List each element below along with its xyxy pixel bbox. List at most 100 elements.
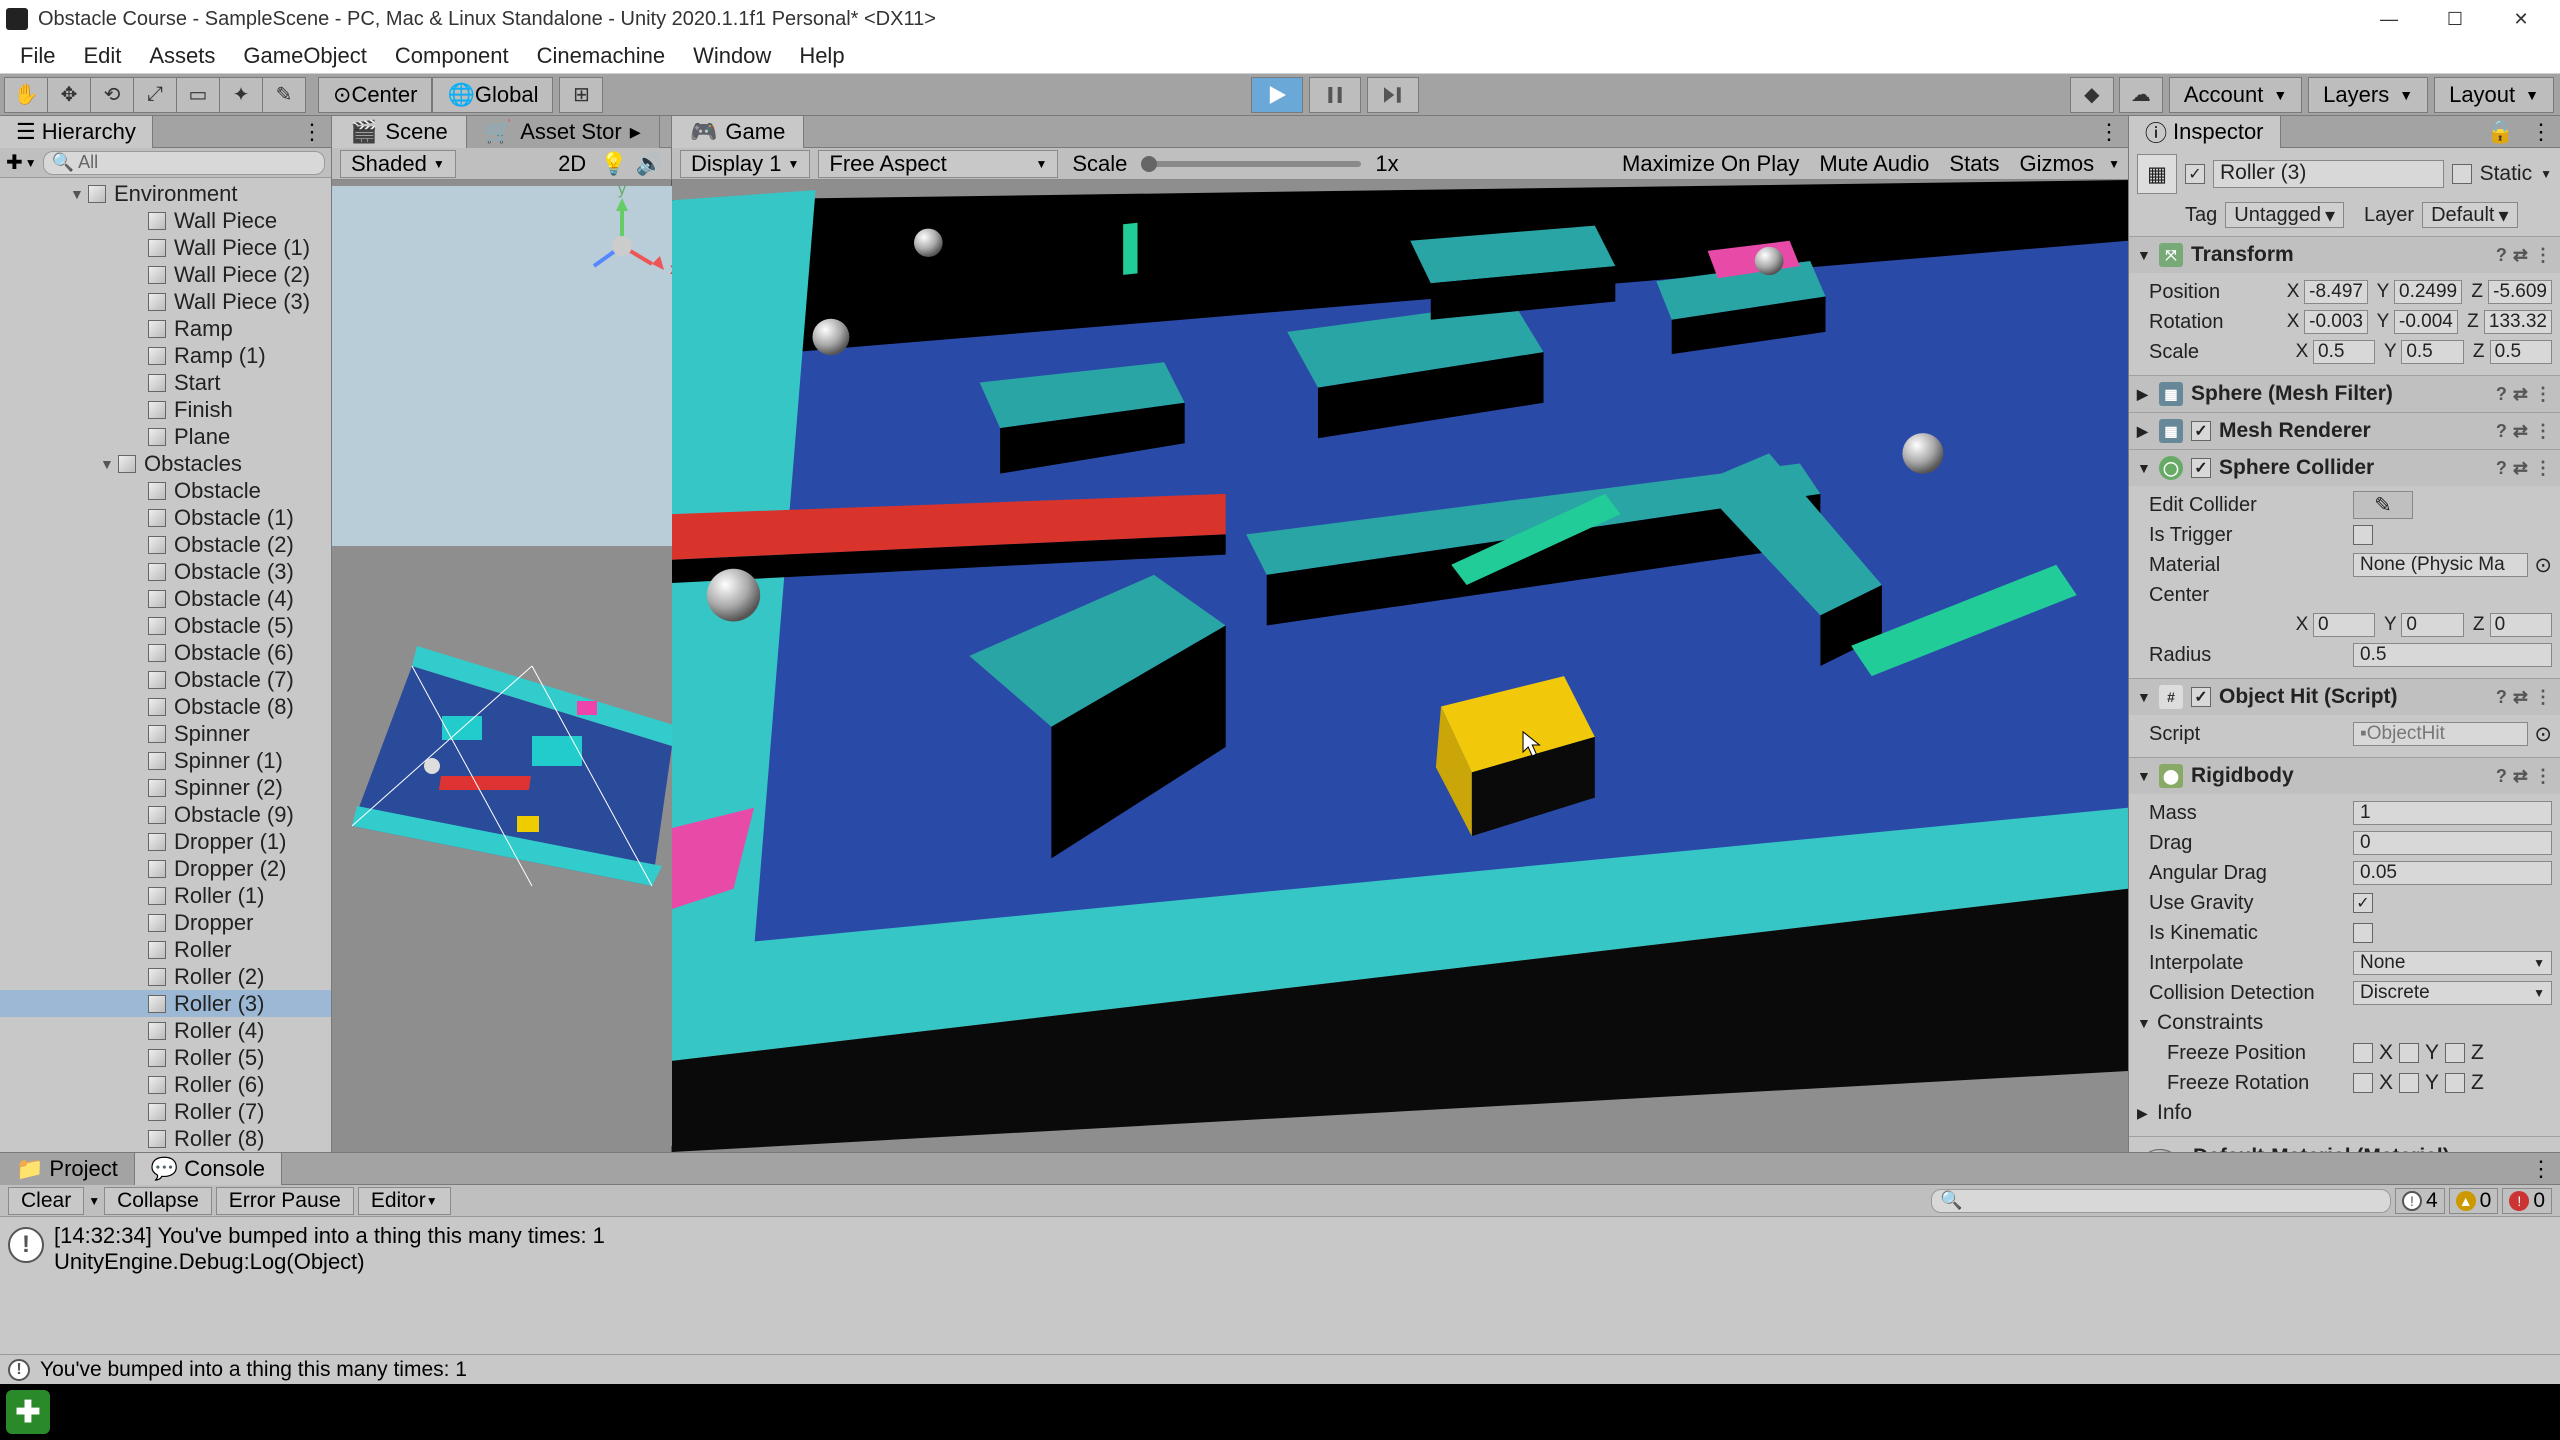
center-y[interactable]: 0	[2401, 613, 2463, 637]
is-trigger-checkbox[interactable]	[2353, 525, 2373, 545]
space-toggle[interactable]: 🌐 Global	[432, 77, 553, 113]
hierarchy-item[interactable]: Spinner (2)	[0, 774, 331, 801]
gizmos-toggle[interactable]: Gizmos	[2014, 151, 2101, 177]
hierarchy-item[interactable]: Obstacle (7)	[0, 666, 331, 693]
angular-drag-input[interactable]: 0.05	[2353, 861, 2552, 885]
hierarchy-item[interactable]: Roller (2)	[0, 963, 331, 990]
menu-cinemachine[interactable]: Cinemachine	[523, 39, 679, 73]
object-picker-icon[interactable]: ⊙	[2534, 722, 2552, 747]
help-icon[interactable]: ?	[2496, 245, 2507, 266]
hierarchy-item[interactable]: Dropper	[0, 909, 331, 936]
game-panel-menu[interactable]: ⋮	[2090, 119, 2128, 145]
hierarchy-item[interactable]: Obstacle (8)	[0, 693, 331, 720]
clear-button[interactable]: Clear	[8, 1187, 84, 1215]
minimize-button[interactable]: —	[2356, 0, 2422, 38]
hierarchy-item[interactable]: Start	[0, 369, 331, 396]
console-panel-menu[interactable]: ⋮	[2522, 1156, 2560, 1182]
hierarchy-item[interactable]: Obstacle (9)	[0, 801, 331, 828]
error-count[interactable]: !0	[2502, 1188, 2552, 1214]
hierarchy-item[interactable]: ▼Obstacles	[0, 450, 331, 477]
hierarchy-item[interactable]: Ramp	[0, 315, 331, 342]
hierarchy-item[interactable]: Obstacle (5)	[0, 612, 331, 639]
freeze-pos-z[interactable]	[2445, 1043, 2465, 1063]
menu-component[interactable]: Component	[381, 39, 523, 73]
hierarchy-item[interactable]: Obstacle (1)	[0, 504, 331, 531]
freeze-rot-z[interactable]	[2445, 1073, 2465, 1093]
2d-toggle[interactable]: 2D	[552, 151, 592, 177]
pause-button[interactable]	[1309, 77, 1361, 113]
menu-file[interactable]: File	[6, 39, 69, 73]
editor-dropdown[interactable]: Editor ▼	[358, 1187, 451, 1215]
freeze-pos-y[interactable]	[2399, 1043, 2419, 1063]
hierarchy-item[interactable]: Finish	[0, 396, 331, 423]
inspector-lock[interactable]: 🔒	[2479, 119, 2522, 145]
menu-help[interactable]: Help	[785, 39, 858, 73]
hierarchy-item[interactable]: ▼Environment	[0, 180, 331, 207]
hierarchy-tab[interactable]: ☰ Hierarchy	[0, 116, 153, 148]
hierarchy-item[interactable]: Dropper (1)	[0, 828, 331, 855]
script-field[interactable]: ▪ ObjectHit	[2353, 722, 2528, 746]
maximize-toggle[interactable]: Maximize On Play	[1616, 151, 1805, 177]
fold-icon[interactable]: ▼	[2137, 247, 2151, 263]
stats-toggle[interactable]: Stats	[1943, 151, 2005, 177]
menu-window[interactable]: Window	[679, 39, 785, 73]
panel-menu-icon[interactable]: ⋮	[293, 119, 331, 145]
physic-material-field[interactable]: None (Physic Ma	[2353, 553, 2528, 577]
center-z[interactable]: 0	[2490, 613, 2552, 637]
hierarchy-search[interactable]: 🔍 All	[43, 151, 325, 175]
display-dropdown[interactable]: Display 1 ▼	[680, 150, 810, 178]
hierarchy-item[interactable]: Roller (4)	[0, 1017, 331, 1044]
hierarchy-item[interactable]: Obstacle	[0, 477, 331, 504]
console-log-list[interactable]: ! [14:32:34] You've bumped into a thing …	[0, 1217, 2560, 1354]
create-dropdown[interactable]: ✚▼	[6, 150, 37, 175]
scale-x[interactable]: 0.5	[2313, 340, 2375, 364]
collab-button[interactable]: ◆	[2070, 77, 2114, 113]
step-button[interactable]	[1367, 77, 1419, 113]
hierarchy-item[interactable]: Obstacle (6)	[0, 639, 331, 666]
layout-dropdown[interactable]: Layout▼	[2434, 77, 2554, 113]
project-tab[interactable]: 📁 Project	[0, 1153, 135, 1185]
scale-slider[interactable]	[1141, 161, 1361, 167]
console-search[interactable]: 🔍	[1931, 1189, 2391, 1213]
pos-z[interactable]: -5.609	[2488, 280, 2552, 304]
static-checkbox[interactable]	[2452, 164, 2472, 184]
close-button[interactable]: ✕	[2488, 0, 2554, 38]
radius-input[interactable]: 0.5	[2353, 643, 2552, 667]
assetstore-tab[interactable]: 🛒 Asset Stor ▸	[467, 116, 660, 148]
gameobject-name-input[interactable]: Roller (3)	[2213, 160, 2444, 188]
pos-x[interactable]: -8.497	[2304, 280, 2368, 304]
freeze-rot-x[interactable]	[2353, 1073, 2373, 1093]
drag-input[interactable]: 0	[2353, 831, 2552, 855]
script-enabled[interactable]: ✓	[2191, 687, 2211, 707]
edit-collider-button[interactable]: ✎	[2353, 491, 2413, 519]
menu-edit[interactable]: Edit	[69, 39, 135, 73]
scene-tab[interactable]: 🎬 Scene	[332, 116, 467, 148]
interpolate-dropdown[interactable]: None▼	[2353, 951, 2552, 975]
error-pause-button[interactable]: Error Pause	[216, 1187, 354, 1215]
layers-dropdown[interactable]: Layers▼	[2308, 77, 2428, 113]
transform-tool[interactable]: ✦	[219, 77, 263, 113]
pivot-toggle[interactable]: ⊙ Center	[318, 77, 432, 113]
hierarchy-tree[interactable]: ▼EnvironmentWall PieceWall Piece (1)Wall…	[0, 178, 331, 1152]
menu-assets[interactable]: Assets	[135, 39, 229, 73]
hand-tool[interactable]: ✋	[4, 77, 48, 113]
cloud-button[interactable]: ☁	[2119, 77, 2163, 113]
custom-tool[interactable]: ✎	[262, 77, 306, 113]
object-picker-icon[interactable]: ⊙	[2534, 553, 2552, 578]
play-button[interactable]	[1251, 77, 1303, 113]
inspector-menu[interactable]: ⋮	[2522, 119, 2560, 145]
hierarchy-item[interactable]: Roller (3)	[0, 990, 331, 1017]
hierarchy-item[interactable]: Spinner	[0, 720, 331, 747]
use-gravity-checkbox[interactable]: ✓	[2353, 893, 2373, 913]
info-count[interactable]: !4	[2395, 1188, 2445, 1214]
hierarchy-item[interactable]: Roller (7)	[0, 1098, 331, 1125]
hierarchy-item[interactable]: Roller (6)	[0, 1071, 331, 1098]
rotate-tool[interactable]: ⟲	[90, 77, 134, 113]
gameobject-icon[interactable]: ▦	[2137, 154, 2177, 194]
hierarchy-item[interactable]: Roller (8)	[0, 1125, 331, 1152]
hierarchy-item[interactable]: Wall Piece (3)	[0, 288, 331, 315]
account-dropdown[interactable]: Account▼	[2169, 77, 2302, 113]
hierarchy-item[interactable]: Spinner (1)	[0, 747, 331, 774]
collider-enabled[interactable]: ✓	[2191, 458, 2211, 478]
center-x[interactable]: 0	[2313, 613, 2375, 637]
